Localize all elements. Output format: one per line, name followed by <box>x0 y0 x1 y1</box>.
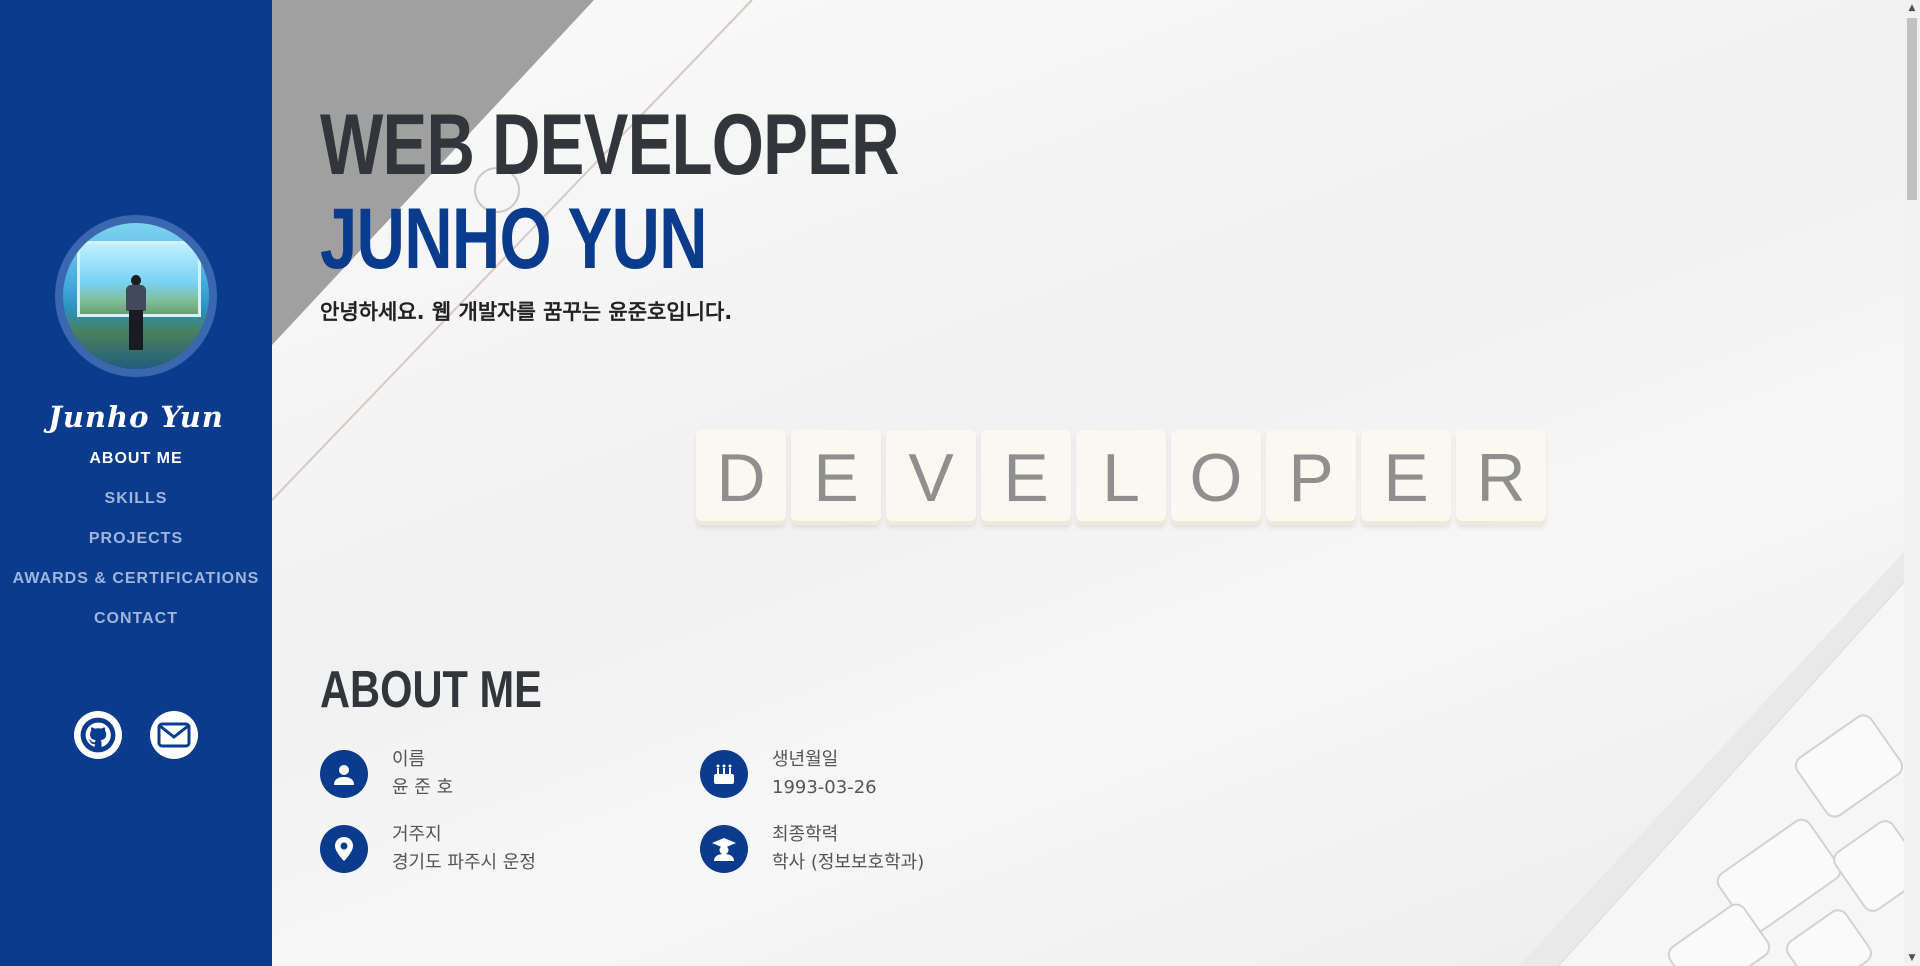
developer-tiles: D E V E L O P E R <box>696 430 1546 525</box>
birthday-cake-icon <box>700 750 748 798</box>
nav-about-me[interactable]: ABOUT ME <box>0 449 272 489</box>
location-pin-icon <box>320 825 368 873</box>
info-value: 경기도 파주시 운정 <box>392 852 536 873</box>
github-icon <box>80 717 116 753</box>
scroll-thumb[interactable] <box>1907 18 1917 200</box>
avatar <box>55 215 217 377</box>
info-value: 1993-03-26 <box>772 777 877 798</box>
tile: L <box>1076 430 1166 525</box>
tile: V <box>886 430 976 525</box>
scroll-down-arrow[interactable]: ▼ <box>1904 950 1920 966</box>
main-nav: ABOUT ME SKILLS PROJECTS AWARDS & CERTIF… <box>0 449 272 649</box>
nav-contact[interactable]: CONTACT <box>0 609 272 649</box>
tile: D <box>696 430 786 525</box>
scrollbar[interactable]: ▲ ▼ <box>1904 0 1920 966</box>
person-icon <box>320 750 368 798</box>
tile: P <box>1266 430 1356 525</box>
tile: E <box>1361 430 1451 525</box>
nav-awards-certifications[interactable]: AWARDS & CERTIFICATIONS <box>0 569 272 609</box>
info-education: 최종학력 학사 (정보보호학과) <box>700 824 1000 877</box>
github-link[interactable] <box>74 711 122 759</box>
social-links <box>0 711 272 759</box>
info-birthdate: 생년월일 1993-03-26 <box>700 749 1000 802</box>
info-label: 거주지 <box>392 824 442 845</box>
info-label: 이름 <box>392 749 426 770</box>
profile-photo <box>63 223 209 369</box>
tile: O <box>1171 430 1261 525</box>
keyboard-decor <box>1518 551 1904 966</box>
hero: WEB DEVELOPER JUNHO YUN 안녕하세요. 웹 개발자를 꿈꾸… <box>320 98 1062 326</box>
nav-skills[interactable]: SKILLS <box>0 489 272 529</box>
email-link[interactable] <box>150 711 198 759</box>
brand-name[interactable]: Junho Yun <box>0 400 272 434</box>
hero-name: JUNHO YUN <box>320 191 708 287</box>
main-content: WEB DEVELOPER JUNHO YUN 안녕하세요. 웹 개발자를 꿈꾸… <box>272 0 1904 966</box>
about-info-grid: 이름 윤 준 호 생년월일 1993-03-26 거주지 경기도 파주시 운정 <box>320 749 1000 877</box>
hero-title: WEB DEVELOPER <box>320 97 900 193</box>
mail-icon <box>157 722 191 748</box>
info-value: 윤 준 호 <box>392 777 454 798</box>
nav-projects[interactable]: PROJECTS <box>0 529 272 569</box>
scroll-up-arrow[interactable]: ▲ <box>1904 0 1920 16</box>
tile: E <box>981 430 1071 525</box>
graduate-icon <box>700 825 748 873</box>
about-title: ABOUT ME <box>320 661 542 719</box>
info-address: 거주지 경기도 파주시 운정 <box>320 824 700 877</box>
info-label: 최종학력 <box>772 824 839 845</box>
hero-greeting: 안녕하세요. 웹 개발자를 꿈꾸는 윤준호입니다. <box>320 300 733 324</box>
about-section: ABOUT ME <box>320 660 597 720</box>
info-label: 생년월일 <box>772 749 839 770</box>
info-name: 이름 윤 준 호 <box>320 749 700 802</box>
sidebar: Junho Yun ABOUT ME SKILLS PROJECTS AWARD… <box>0 0 272 966</box>
info-value: 학사 (정보보호학과) <box>772 852 925 873</box>
tile: E <box>791 430 881 525</box>
